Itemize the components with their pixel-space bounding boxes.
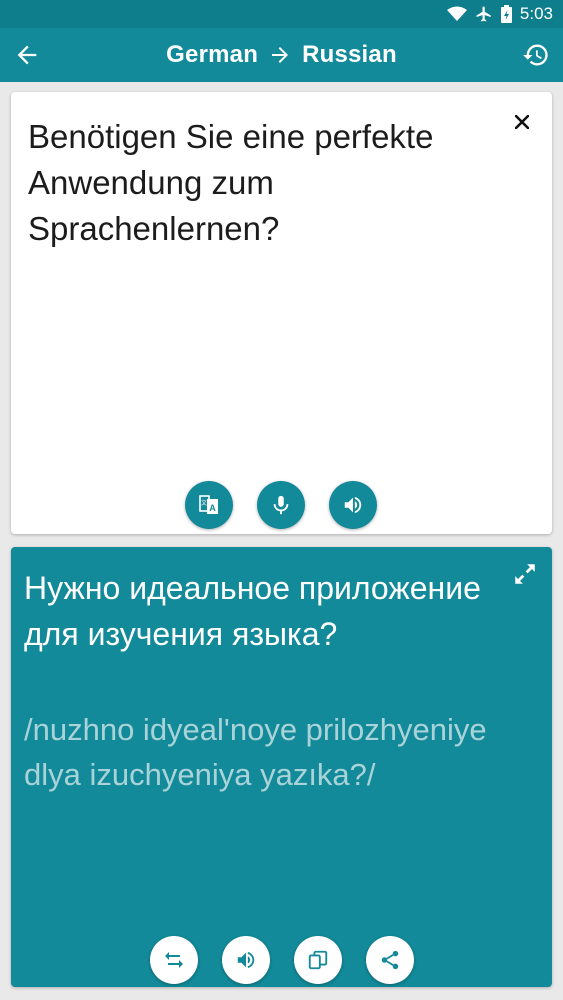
back-arrow-icon — [17, 45, 37, 65]
wifi-icon — [446, 6, 467, 21]
expand-icon — [515, 564, 535, 584]
translation-text: Нужно идеальное приложение для изучения … — [24, 570, 481, 652]
back-button[interactable] — [0, 28, 54, 82]
source-card: Benötigen Sie eine perfekte Anwendung zu… — [11, 92, 552, 534]
speak-translation-button[interactable] — [222, 936, 270, 984]
source-text-input[interactable]: Benötigen Sie eine perfekte Anwendung zu… — [28, 114, 508, 252]
translate-button[interactable]: A 文 — [185, 481, 233, 529]
close-icon — [515, 115, 529, 129]
source-language-label[interactable]: German — [166, 41, 258, 69]
language-pair-title[interactable]: German Russian — [166, 41, 397, 69]
status-time: 5:03 — [519, 4, 553, 23]
swap-languages-button[interactable] — [150, 936, 198, 984]
microphone-button[interactable] — [257, 481, 305, 529]
result-card: Нужно идеальное приложение для изучения … — [11, 547, 552, 987]
clear-button[interactable] — [506, 106, 538, 138]
battery-charging-icon — [500, 5, 512, 23]
speak-source-button[interactable] — [329, 481, 377, 529]
copy-button[interactable] — [294, 936, 342, 984]
airplane-icon — [476, 6, 491, 22]
copy-icon — [308, 950, 328, 970]
share-icon — [381, 950, 399, 970]
target-language-label[interactable]: Russian — [302, 41, 397, 69]
swap-icon — [165, 952, 183, 968]
speaker-icon — [344, 496, 362, 514]
svg-text:A: A — [209, 503, 216, 513]
svg-text:文: 文 — [201, 499, 207, 507]
microphone-icon — [273, 495, 289, 515]
transliteration-text: /nuzhno idyeal'noye prilozhyeniye dlya i… — [24, 712, 487, 792]
arrow-right-icon — [272, 47, 289, 63]
expand-button[interactable] — [508, 557, 542, 591]
share-button[interactable] — [366, 936, 414, 984]
translate-icon: A 文 — [199, 495, 218, 514]
history-icon — [523, 44, 548, 66]
history-button[interactable] — [509, 28, 563, 82]
status-bar: 5:03 — [0, 0, 563, 28]
speaker-icon — [237, 951, 255, 969]
app-bar: German Russian — [0, 28, 563, 82]
